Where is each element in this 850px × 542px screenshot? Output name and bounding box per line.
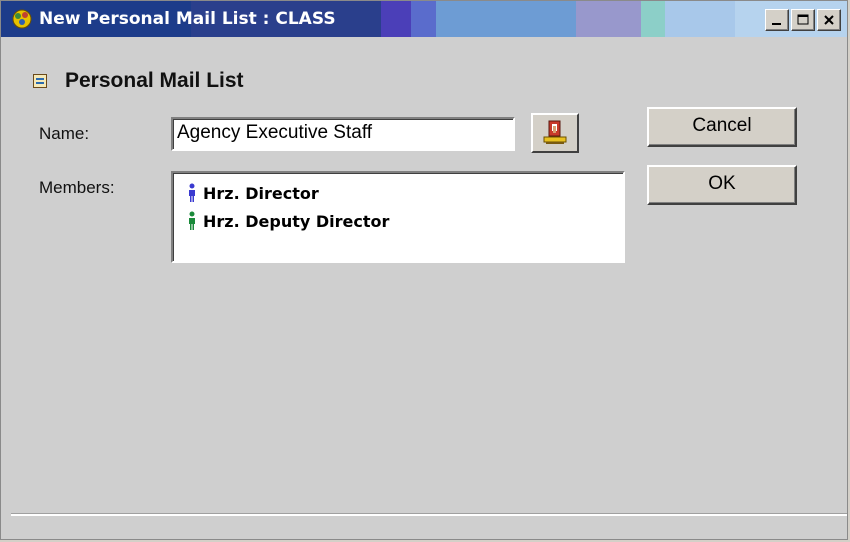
- minimize-icon: [772, 23, 781, 25]
- window-controls: [765, 9, 841, 31]
- mail-list-icon: [33, 74, 47, 88]
- name-field[interactable]: Agency Executive Staff: [171, 117, 515, 151]
- maximize-button[interactable]: [791, 9, 815, 31]
- address-book-button[interactable]: [531, 113, 579, 153]
- address-book-icon: [543, 120, 567, 144]
- members-label: Members:: [39, 178, 115, 197]
- list-item[interactable]: Hrz. Deputy Director: [187, 207, 623, 235]
- person-icon: [189, 183, 195, 202]
- close-icon: [824, 15, 834, 25]
- name-label: Name:: [39, 124, 90, 143]
- minimize-button[interactable]: [765, 9, 789, 31]
- dialog-heading: Personal Mail List: [33, 69, 244, 93]
- members-list[interactable]: Hrz. Director Hrz. Deputy Director: [171, 171, 625, 263]
- status-bar-divider: [11, 513, 847, 516]
- heading-text: Personal Mail List: [65, 69, 244, 92]
- window-title: New Personal Mail List : CLASS: [39, 9, 336, 29]
- mail-list-dialog: New Personal Mail List : CLASS Personal …: [0, 0, 848, 540]
- person-icon: [189, 211, 195, 230]
- cancel-button[interactable]: Cancel: [647, 107, 797, 147]
- member-name: Hrz. Deputy Director: [203, 211, 390, 231]
- app-icon[interactable]: [9, 7, 35, 31]
- list-item[interactable]: Hrz. Director: [187, 179, 623, 207]
- maximize-icon: [797, 14, 809, 25]
- close-button[interactable]: [817, 9, 841, 31]
- ok-button[interactable]: OK: [647, 165, 797, 205]
- member-name: Hrz. Director: [203, 183, 319, 203]
